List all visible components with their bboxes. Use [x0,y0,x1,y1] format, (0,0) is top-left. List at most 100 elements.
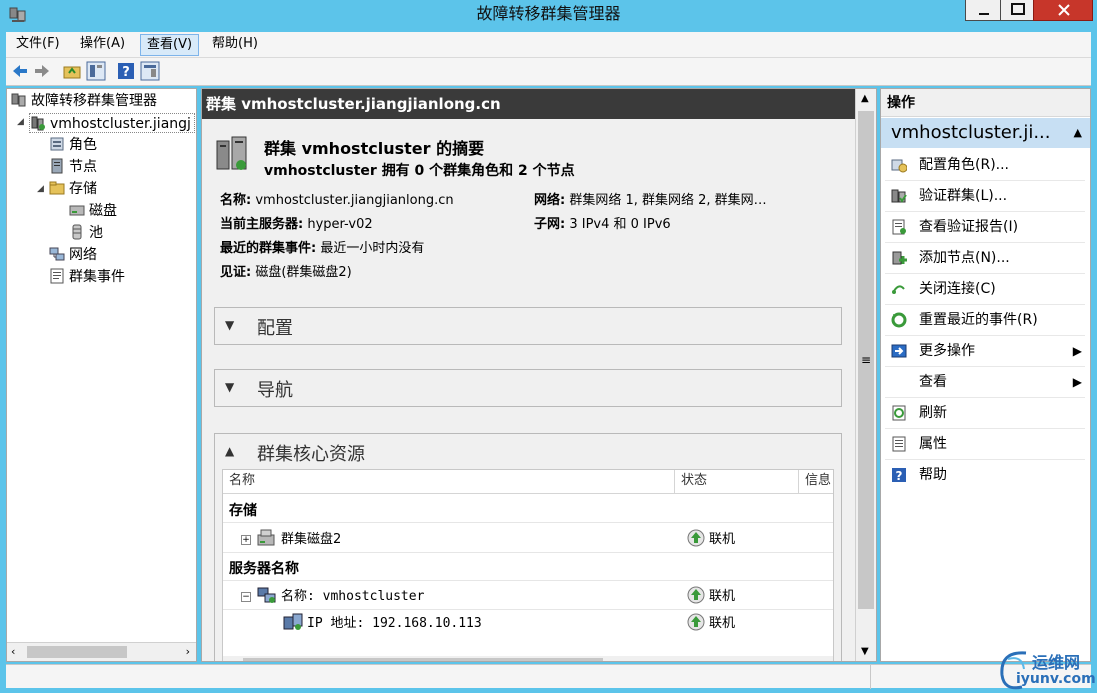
expand-icon[interactable]: + [241,535,251,545]
column-header-status[interactable]: 状态 [675,470,799,494]
collapse-icon[interactable]: ◢ [17,117,24,127]
action-label: 更多操作 [919,343,975,359]
nodes-icon [51,158,63,174]
row-divider [223,609,833,610]
scroll-right-icon[interactable]: › [186,645,190,658]
action-label: 属性 [919,436,947,452]
action-more-actions[interactable]: 更多操作 ▶ [881,336,1090,366]
maximize-button[interactable] [1000,0,1034,21]
action-configure-role[interactable]: 配置角色(R)... [881,150,1090,180]
tree-item-root[interactable]: 故障转移群集管理器 [11,91,157,111]
tree-item-roles[interactable]: 角色 [49,135,97,155]
window-title: 故障转移群集管理器 [476,4,621,23]
collapse-icon[interactable]: ◢ [37,184,44,194]
menu-view[interactable]: 查看(V) [140,34,200,56]
tree-item-networks[interactable]: 网络 [49,245,97,265]
forward-arrow-icon[interactable] [32,61,52,81]
section-navigation[interactable]: ▼ 导航 [214,369,842,407]
server-name-icon [257,587,276,603]
center-header: 群集 vmhostcluster.jiangjianlong.cn [202,89,855,119]
tree-item-nodes[interactable]: 节点 [49,157,97,177]
column-header-info[interactable]: 信息 [799,470,833,494]
witness-label: 见证: [220,265,252,280]
info-subnet: 子网: 3 IPv4 和 0 IPv6 [534,213,671,232]
online-arrow-icon [687,529,705,547]
tree-item-disks[interactable]: 磁盘 [69,201,117,221]
tree-item-pools[interactable]: 池 [69,223,103,243]
ip-status-label: 联机 [709,616,736,631]
scrollbar-thumb[interactable] [243,658,603,661]
show-action-pane-icon[interactable] [140,61,160,81]
view-report-icon [892,219,906,235]
cluster-manager-icon [11,93,26,107]
witness-value: 磁盘(群集磁盘2) [255,265,352,280]
table-hscrollbar[interactable] [223,656,833,661]
action-label: 验证群集(L)... [919,188,1008,204]
chevron-up-icon[interactable]: ▲ [225,444,234,458]
tree-label-disks: 磁盘 [89,203,117,219]
tree-item-events[interactable]: 群集事件 [49,267,125,287]
info-events: 最近的群集事件: 最近一小时内没有 [220,237,424,256]
action-properties[interactable]: 属性 [881,429,1090,459]
menu-file[interactable]: 文件(F) [10,34,66,56]
back-arrow-icon[interactable] [10,61,30,81]
minimize-button[interactable] [965,0,1001,21]
more-actions-icon [891,344,907,358]
section-config[interactable]: ▼ 配置 [214,307,842,345]
menu-help[interactable]: 帮助(H) [206,34,264,56]
subnet-label: 子网: [534,217,566,232]
scrollbar-thumb[interactable] [27,646,127,658]
maximize-icon [1011,3,1025,15]
actions-context[interactable]: vmhostcluster.ji... ▲ [881,118,1090,148]
menu-action[interactable]: 操作(A) [74,34,131,56]
section-core-title: 群集核心资源 [257,444,365,465]
action-reset-events[interactable]: 重置最近的事件(R) [881,305,1090,335]
scroll-up-icon[interactable]: ▲ [861,93,869,104]
up-folder-icon[interactable] [62,61,82,81]
action-help[interactable]: ? 帮助 [881,460,1090,490]
tree-item-cluster[interactable]: vmhostcluster.jiangj [29,113,195,133]
action-view[interactable]: 查看 ▶ [881,367,1090,397]
events-value[interactable]: 最近一小时内没有 [320,241,424,256]
horizontal-scrollbar[interactable]: ‹ › [7,642,196,661]
table-row-ip[interactable]: IP 地址: 192.168.10.113 [283,612,482,631]
scroll-down-icon[interactable]: ▼ [861,646,869,657]
tree-item-storage[interactable]: 存储 [49,179,97,199]
scroll-left-icon[interactable]: ‹ [11,645,15,658]
svg-text:?: ? [122,65,130,80]
ip-status: 联机 [687,612,735,631]
column-header-name[interactable]: 名称 [223,470,675,494]
collapse-up-icon[interactable]: ▲ [1074,118,1082,148]
show-hide-tree-icon[interactable] [86,61,106,81]
menu-bar: 文件(F) 操作(A) 查看(V) 帮助(H) [6,32,1091,58]
table-row-server[interactable]: − 名称: vmhostcluster [241,585,424,604]
close-button[interactable] [1033,0,1093,21]
action-add-node[interactable]: 添加节点(N)... [881,243,1090,273]
cluster-icon [31,116,45,131]
info-host: 当前主服务器: hyper-v02 [220,213,373,232]
collapse-icon[interactable]: − [241,592,251,602]
tree-label-roles: 角色 [69,137,97,153]
disk-status-label: 联机 [709,532,736,547]
host-value: hyper-v02 [307,217,373,232]
actions-header: 操作 [881,89,1090,117]
tree-label-pools: 池 [89,225,103,241]
summary-title: 群集 vmhostcluster 的摘要 [264,139,485,158]
help-icon[interactable]: ? [116,61,136,81]
ip-address-icon [283,613,303,630]
action-view-report[interactable]: 查看验证报告(I) [881,212,1090,242]
summary-pane: 群集 vmhostcluster.jiangjianlong.cn 群集 vmh… [201,88,877,662]
row-divider [223,580,833,581]
action-label: 刷新 [919,405,947,421]
status-bar [6,664,1091,689]
vertical-scrollbar[interactable]: ▲ ≡ ▼ [855,89,876,661]
host-label: 当前主服务器: [220,217,304,232]
table-row-disk[interactable]: + 群集磁盘2 [241,528,341,547]
tree-label-events: 群集事件 [69,269,125,285]
action-label: 帮助 [919,467,947,483]
action-close-connection[interactable]: 关闭连接(C) [881,274,1090,304]
action-refresh[interactable]: 刷新 [881,398,1090,428]
action-validate-cluster[interactable]: 验证群集(L)... [881,181,1090,211]
ip-address: IP 地址: 192.168.10.113 [307,616,482,631]
events-icon [50,268,64,284]
